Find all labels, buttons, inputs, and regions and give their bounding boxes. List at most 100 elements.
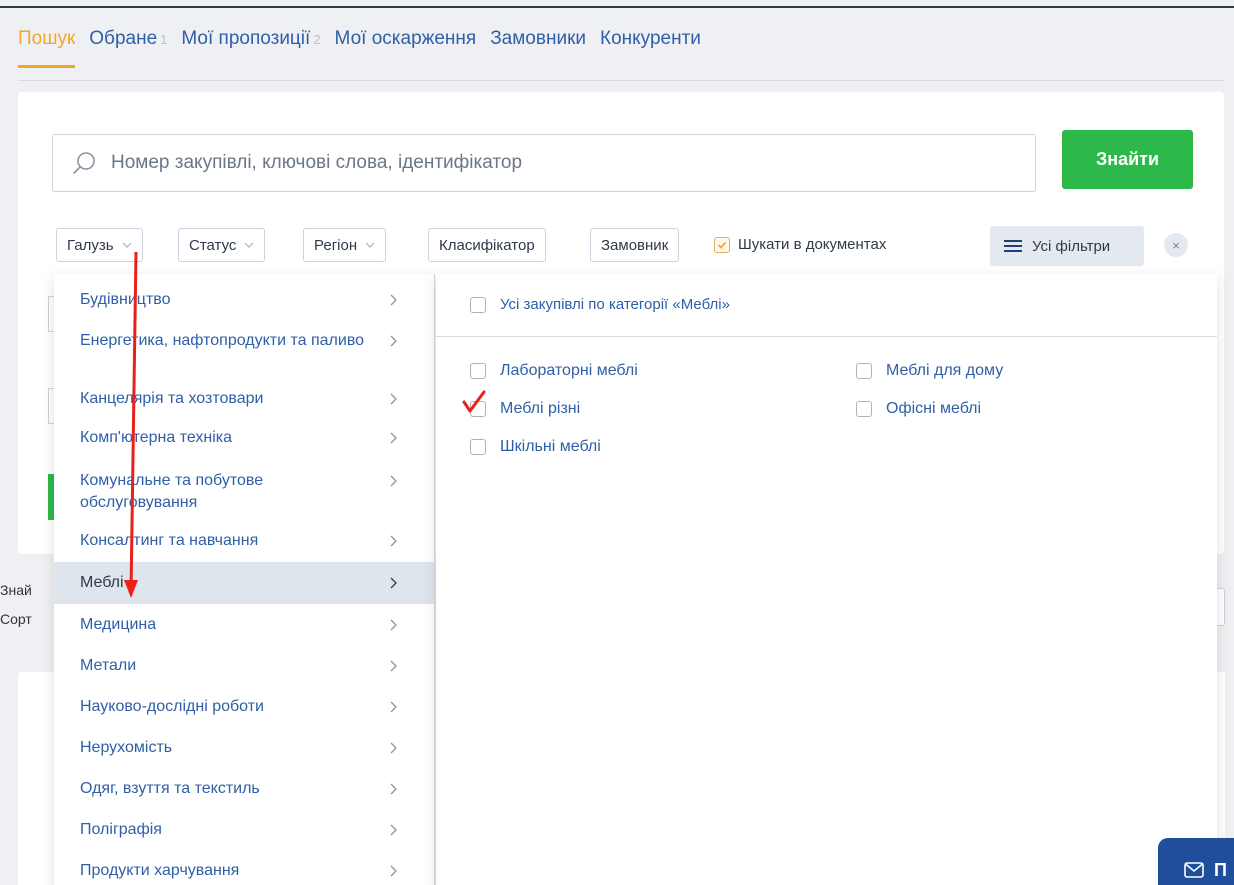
category-label: Метали: [80, 657, 137, 674]
chevron-down-icon: [365, 242, 375, 248]
search-in-documents-label: Шукати в документах: [738, 236, 887, 253]
checkbox[interactable]: [856, 401, 872, 417]
classifier-filter[interactable]: Класифікатор: [428, 228, 546, 262]
subcategory-label: Меблі для дому: [886, 362, 1004, 379]
category-item-selected[interactable]: Меблі: [54, 562, 434, 604]
tab-competitors[interactable]: Конкуренти: [600, 28, 701, 60]
category-label: Науково-дослідні роботи: [80, 698, 264, 715]
tab-search[interactable]: Пошук: [18, 28, 76, 68]
chevron-down-icon: [122, 242, 132, 248]
chevron-right-icon: [390, 577, 397, 589]
results-count-fragment: Знай: [0, 582, 32, 598]
all-filters-button[interactable]: Усі фільтри: [990, 226, 1144, 266]
category-label: Комп'ютерна техніка: [80, 429, 233, 446]
category-item[interactable]: Нерухомість: [54, 727, 434, 768]
tab-label: Мої оскарження: [334, 28, 477, 49]
chevron-right-icon: [390, 475, 397, 487]
region-filter-label: Регіон: [314, 236, 358, 254]
sort-label-fragment: Сорт: [0, 611, 32, 627]
checkbox[interactable]: [470, 439, 486, 455]
tab-count: 2: [313, 32, 321, 47]
all-category-checkbox[interactable]: Усі закупівлі по категорії «Меблі»: [470, 296, 730, 313]
category-item[interactable]: Продукти харчування: [54, 850, 434, 885]
category-label: Будівництво: [80, 291, 171, 308]
category-label: Нерухомість: [80, 739, 173, 756]
checkmark-icon: [717, 241, 727, 249]
category-label: Консалтинг та навчання: [80, 532, 259, 549]
checkbox[interactable]: [470, 363, 486, 379]
category-label: Продукти харчування: [80, 862, 240, 879]
all-category-label: Усі закупівлі по категорії «Меблі»: [500, 296, 730, 313]
category-label: Меблі: [80, 574, 124, 591]
top-rule: [0, 6, 1234, 8]
category-item[interactable]: Метали: [54, 645, 434, 686]
industry-filter-label: Галузь: [67, 236, 114, 254]
clear-filters-button[interactable]: ×: [1164, 233, 1188, 257]
chat-widget[interactable]: П: [1158, 838, 1234, 885]
category-label: Одяг, взуття та текстиль: [80, 780, 260, 797]
chevron-right-icon: [390, 432, 397, 444]
category-item[interactable]: Енергетика, нафтопродукти та паливо: [54, 314, 434, 376]
search-in-documents-checkbox[interactable]: Шукати в документах: [714, 236, 886, 253]
search-input[interactable]: [111, 152, 1011, 174]
tab-label: Мої пропозиції: [181, 28, 311, 49]
sort-select-fragment: [1217, 588, 1225, 626]
category-item[interactable]: Канцелярія та хозтовари: [54, 376, 434, 417]
checkbox[interactable]: [470, 296, 486, 313]
chevron-right-icon: [390, 742, 397, 754]
subcategory-label: Шкільні меблі: [500, 438, 601, 455]
industry-filter[interactable]: Галузь: [56, 228, 143, 262]
checkbox[interactable]: [856, 363, 872, 379]
category-item[interactable]: Комп'ютерна техніка: [54, 417, 434, 458]
chevron-right-icon: [390, 335, 397, 347]
tab-bar: Пошук Обране 1 Мої пропозиції 2 Мої оскарж…: [18, 28, 715, 78]
tab-my-proposals[interactable]: Мої пропозиції 2: [181, 28, 320, 60]
status-filter[interactable]: Статус: [178, 228, 266, 262]
category-item[interactable]: Будівництво: [54, 274, 434, 314]
tab-favorites[interactable]: Обране 1: [89, 28, 167, 60]
category-item[interactable]: Консалтинг та навчання: [54, 522, 434, 562]
chevron-right-icon: [390, 535, 397, 547]
customer-filter[interactable]: Замовник: [590, 228, 680, 262]
envelope-icon: [1184, 862, 1204, 878]
result-card-fragment: [18, 672, 54, 885]
chevron-down-icon: [244, 242, 254, 248]
tab-label: Пошук: [18, 28, 76, 49]
category-item[interactable]: Науково-дослідні роботи: [54, 686, 434, 727]
classifier-filter-label: Класифікатор: [439, 236, 535, 254]
status-filter-label: Статус: [189, 236, 237, 254]
subcategory-option[interactable]: Меблі для дому: [856, 362, 1003, 380]
search-field[interactable]: [52, 134, 1036, 192]
subcategory-option[interactable]: Меблі різні: [470, 400, 580, 418]
tab-my-appeals[interactable]: Мої оскарження: [335, 28, 477, 60]
region-filter[interactable]: Регіон: [303, 228, 387, 262]
subcategory-option[interactable]: Лабораторні меблі: [470, 362, 638, 380]
subcategory-label: Меблі різні: [500, 400, 581, 417]
panel-divider: [436, 336, 1217, 337]
subcategory-option[interactable]: Офісні меблі: [856, 400, 981, 418]
chevron-right-icon: [390, 660, 397, 672]
category-item[interactable]: Комунальне та побутове обслуговування: [54, 458, 434, 522]
category-label: Комунальне та побутове обслуговування: [80, 472, 264, 511]
tab-label: Обране: [89, 28, 158, 49]
chevron-right-icon: [390, 294, 397, 306]
tab-customers[interactable]: Замовники: [490, 28, 586, 60]
category-label: Медицина: [80, 616, 157, 633]
chevron-right-icon: [390, 824, 397, 836]
category-item[interactable]: Поліграфія: [54, 809, 434, 850]
checkbox-checked[interactable]: [714, 236, 730, 253]
subcategory-option[interactable]: Шкільні меблі: [470, 438, 601, 456]
subcategory-label: Офісні меблі: [886, 400, 982, 417]
category-label: Канцелярія та хозтовари: [80, 390, 264, 407]
category-label: Поліграфія: [80, 821, 162, 838]
tab-label: Конкуренти: [600, 28, 701, 49]
chevron-right-icon: [390, 619, 397, 631]
tabs-divider: [18, 80, 1224, 81]
find-button[interactable]: Знайти: [1062, 130, 1193, 189]
category-item[interactable]: Медицина: [54, 604, 434, 645]
chevron-right-icon: [390, 393, 397, 405]
chat-widget-label: П: [1214, 860, 1227, 880]
category-item[interactable]: Одяг, взуття та текстиль: [54, 768, 434, 809]
customer-filter-label: Замовник: [601, 236, 669, 254]
checkbox[interactable]: [470, 401, 486, 417]
